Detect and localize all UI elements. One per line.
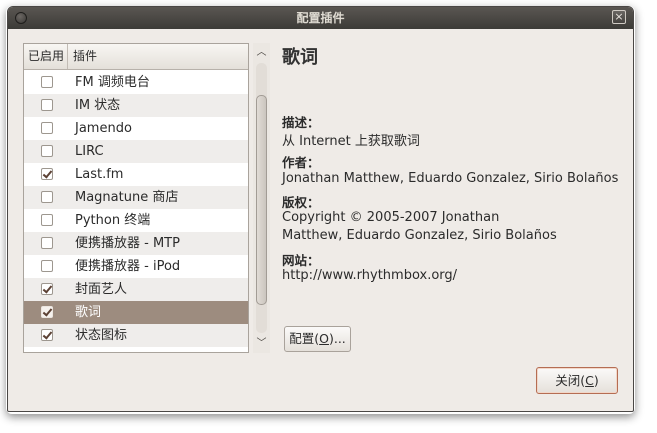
close-icon: × (614, 10, 624, 23)
plugin-row[interactable]: FM 调频电台 (24, 71, 248, 94)
enabled-checkbox[interactable] (41, 191, 53, 203)
plugin-name: 歌词 (75, 305, 102, 320)
enabled-checkbox[interactable] (41, 329, 53, 341)
plugin-title: 歌词 (282, 47, 318, 68)
plugin-row[interactable]: 歌词 (24, 301, 248, 324)
plugin-name: FM 调频电台 (75, 75, 150, 90)
window-close-button[interactable]: × (612, 10, 626, 24)
description-label: 描述： (282, 115, 320, 130)
plugin-row[interactable]: Jamendo (24, 117, 248, 140)
plugin-row[interactable]: 封面艺人 (24, 278, 248, 301)
plugin-name: 便携播放器 - MTP (75, 236, 180, 251)
plugin-name: Python 终端 (75, 213, 151, 228)
enabled-checkbox[interactable] (41, 260, 53, 272)
configure-button-label: 配置 (289, 331, 315, 346)
author-label: 作者： (282, 155, 320, 170)
plugin-row[interactable]: Last.fm (24, 163, 248, 186)
plugin-row[interactable]: LIRC (24, 140, 248, 163)
enabled-checkbox[interactable] (41, 214, 53, 226)
chevron-up-icon: ︿ (256, 47, 267, 58)
website-value: http://www.rhythmbox.org/ (282, 268, 458, 283)
plugin-name: LIRC (75, 144, 104, 159)
copyright-value-line1: Copyright © 2005-2007 Jonathan (282, 210, 500, 225)
copyright-label: 版权： (282, 195, 320, 210)
close-button-label: 关闭 (555, 373, 581, 388)
enabled-checkbox[interactable] (41, 122, 53, 134)
author-value: Jonathan Matthew, Eduardo Gonzalez, Siri… (282, 171, 619, 186)
plugin-row[interactable]: 状态图标 (24, 324, 248, 347)
plugin-row[interactable]: Magnatune 商店 (24, 186, 248, 209)
enabled-checkbox[interactable] (41, 237, 53, 249)
enabled-checkbox[interactable] (41, 145, 53, 157)
enabled-checkbox[interactable] (41, 283, 53, 295)
plugin-name: 便携播放器 - iPod (75, 259, 181, 274)
plugin-rows: FM 调频电台 IM 状态 Jamendo LIRC Last.fm Magnatune … (24, 71, 248, 347)
window-menu-icon[interactable] (15, 12, 27, 24)
plugin-name: Jamendo (75, 121, 132, 136)
column-header-enabled[interactable]: 已启用 (24, 44, 68, 69)
window-title: 配置插件 (296, 11, 345, 25)
enabled-checkbox[interactable] (41, 168, 53, 180)
scrollbar-thumb[interactable] (256, 95, 267, 305)
website-label: 网站： (282, 253, 320, 268)
plugin-list-scrollbar[interactable]: ︿ ﹀ (253, 43, 270, 353)
titlebar: 配置插件 × (8, 7, 633, 29)
plugin-name: 状态图标 (75, 328, 128, 343)
plugin-list[interactable]: 已启用 插件 FM 调频电台 IM 状态 Jamendo LIRC Last.fm Mag… (23, 43, 249, 353)
plugin-name: 封面艺人 (75, 282, 128, 297)
plugin-row[interactable]: 便携播放器 - iPod (24, 255, 248, 278)
close-mnemonic: C (585, 373, 594, 388)
enabled-checkbox[interactable] (41, 99, 53, 111)
configure-mnemonic: O (319, 331, 329, 346)
plugin-list-header: 已启用 插件 (24, 44, 248, 70)
configure-button-suffix: ... (333, 331, 346, 346)
copyright-value-line2: Matthew, Eduardo Gonzalez, Sirio Bolaños (282, 228, 557, 243)
configure-button[interactable]: 配置(O)... (284, 326, 351, 352)
plugin-row[interactable]: IM 状态 (24, 94, 248, 117)
scroll-down-button[interactable]: ﹀ (254, 336, 269, 351)
close-button[interactable]: 关闭(C) (536, 367, 618, 394)
column-header-plugin[interactable]: 插件 (69, 44, 248, 69)
configure-plugins-dialog: 配置插件 × 已启用 插件 FM 调频电台 IM 状态 Jamendo LIRC Las… (7, 6, 634, 412)
plugin-name: IM 状态 (75, 98, 121, 113)
plugin-name: Last.fm (75, 167, 124, 182)
plugin-row[interactable]: 便携播放器 - MTP (24, 232, 248, 255)
chevron-down-icon: ﹀ (256, 338, 267, 349)
enabled-checkbox[interactable] (41, 76, 53, 88)
plugin-name: Magnatune 商店 (75, 190, 179, 205)
plugin-row[interactable]: Python 终端 (24, 209, 248, 232)
scroll-up-button[interactable]: ︿ (254, 45, 269, 60)
description-value: 从 Internet 上获取歌词 (282, 134, 420, 149)
enabled-checkbox[interactable] (41, 306, 53, 318)
